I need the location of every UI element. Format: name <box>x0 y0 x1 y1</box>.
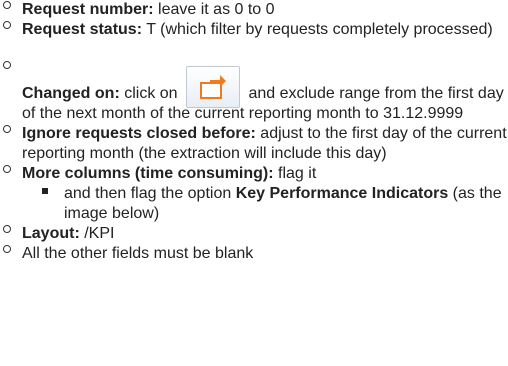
item-text: /KPI <box>79 225 115 242</box>
circle-bullet-icon <box>3 1 11 9</box>
circle-bullet-icon <box>3 61 11 69</box>
square-bullet-icon <box>42 188 48 194</box>
circle-bullet-icon <box>3 21 11 29</box>
sub-list-item-kpi: and then flag the option Key Performance… <box>0 184 508 224</box>
item-label: More columns (time consuming): <box>22 165 274 182</box>
sub-item-text-before: and then flag the option <box>64 185 236 202</box>
circle-bullet-icon <box>3 225 11 233</box>
list-item-more-columns: More columns (time consuming): flag it <box>0 164 508 184</box>
circle-bullet-icon <box>3 165 11 173</box>
list-item-layout: Layout: /KPI <box>0 224 508 244</box>
item-label: Request status: <box>22 21 143 38</box>
list-item-ignore-requests: Ignore requests closed before: adjust to… <box>0 124 508 164</box>
item-label: Ignore requests closed before: <box>22 125 256 142</box>
list-item-request-number: Request number: leave it as 0 to 0 <box>0 0 508 20</box>
multiple-selection-arrow-icon <box>186 66 241 108</box>
item-label: Layout: <box>22 225 80 242</box>
sub-item-label: Key Performance Indicators <box>235 185 449 202</box>
item-text-before: click on <box>119 85 178 102</box>
item-text: leave it as 0 to 0 <box>153 1 275 18</box>
list-item-changed-on: Changed on: click on and exclude range f… <box>0 60 508 124</box>
instruction-list: Request number: leave it as 0 to 0 Reque… <box>0 0 508 264</box>
list-item-other-fields: All the other fields must be blank <box>0 244 508 264</box>
item-label: Changed on: <box>22 85 120 102</box>
item-text: All the other fields must be blank <box>22 245 254 262</box>
circle-bullet-icon <box>3 125 11 133</box>
item-label: Request number: <box>22 1 154 18</box>
list-item-request-status: Request status: T (which filter by reque… <box>0 20 508 40</box>
circle-bullet-icon <box>3 245 11 253</box>
item-text: T (which filter by requests completely p… <box>142 21 493 38</box>
item-text: flag it <box>273 165 317 182</box>
